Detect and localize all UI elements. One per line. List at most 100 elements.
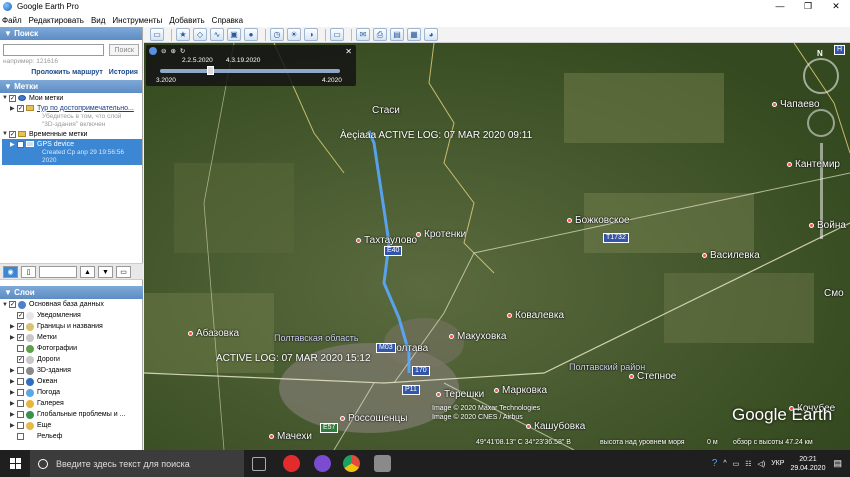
- battery-icon[interactable]: ▭: [733, 460, 740, 468]
- tree-item-temp-places[interactable]: ▼ ✓ Временные метки: [2, 129, 142, 139]
- expand-icon[interactable]: ▶: [10, 105, 17, 112]
- add-polygon-icon[interactable]: ◇: [193, 28, 207, 41]
- history-link[interactable]: История: [109, 69, 138, 76]
- expand-icon[interactable]: ▶: [10, 422, 17, 429]
- historical-imagery-icon[interactable]: ◷: [270, 28, 284, 41]
- layer-item[interactable]: ✓ Уведомления: [2, 310, 143, 321]
- tree-item-gps-device[interactable]: ▶ ✓ GPS device Created Cp anp 29 19:56:56…: [2, 139, 142, 165]
- checkbox[interactable]: ✓: [9, 94, 16, 102]
- email-icon[interactable]: ✉: [356, 28, 370, 41]
- layer-item[interactable]: ▶ ✓ Метки: [2, 332, 143, 343]
- checkbox[interactable]: ✓: [17, 140, 24, 148]
- move-up-icon[interactable]: ▲: [80, 265, 95, 278]
- layer-item[interactable]: ▶ Глобальные проблемы и ...: [2, 409, 143, 420]
- add-placemark-icon[interactable]: ★: [176, 28, 190, 41]
- planets-icon[interactable]: ◑: [304, 28, 318, 41]
- expand-icon[interactable]: ▶: [10, 323, 17, 330]
- place-label[interactable]: Ковалевка: [507, 310, 564, 321]
- place-label[interactable]: Война: [809, 220, 846, 231]
- print-icon[interactable]: ⎙: [373, 28, 387, 41]
- place-label[interactable]: Макуховка: [449, 331, 506, 342]
- checkbox[interactable]: [17, 422, 24, 429]
- checkbox[interactable]: ✓: [9, 130, 16, 138]
- expand-icon[interactable]: ▶: [10, 334, 17, 341]
- menu-add[interactable]: Добавить: [169, 16, 204, 25]
- expand-icon[interactable]: ▶: [10, 141, 17, 148]
- sunlight-icon[interactable]: ☀: [287, 28, 301, 41]
- tree-item-my-places[interactable]: ▼ ✓ Мои метки: [2, 93, 142, 103]
- collapse-icon[interactable]: ▼: [2, 302, 9, 308]
- maximize-button[interactable]: ❐: [794, 0, 822, 13]
- earth-icon[interactable]: ◕: [424, 28, 438, 41]
- layer-item[interactable]: ▶ Еще: [2, 420, 143, 431]
- language-indicator[interactable]: УКР: [771, 460, 784, 467]
- close-time-icon[interactable]: ✕: [345, 47, 352, 56]
- layer-item[interactable]: Фотографии: [2, 343, 143, 354]
- view-in-maps-icon[interactable]: ▦: [407, 28, 421, 41]
- zoom-in-time-icon[interactable]: ⊕: [170, 47, 175, 55]
- layer-item[interactable]: ▶ 3D-здания: [2, 365, 143, 376]
- place-label[interactable]: Кантемир: [787, 159, 840, 170]
- expand-icon[interactable]: ▶: [10, 389, 17, 396]
- checkbox[interactable]: [17, 411, 24, 418]
- place-label[interactable]: Тахтаулово: [356, 235, 417, 246]
- checkbox[interactable]: ✓: [17, 312, 24, 319]
- checkbox[interactable]: ✓: [17, 104, 24, 112]
- tree-item-tour[interactable]: ▶ ✓ Тур по достопримечательно...: [2, 103, 142, 113]
- place-label[interactable]: Божковское: [567, 215, 630, 226]
- google-earth-taskbar-icon[interactable]: [374, 455, 391, 472]
- time-handle[interactable]: [207, 66, 215, 75]
- search-input[interactable]: [3, 44, 105, 56]
- menu-help[interactable]: Справка: [212, 16, 243, 25]
- look-control[interactable]: [807, 109, 835, 137]
- collapse-icon[interactable]: ▼: [2, 131, 9, 137]
- folder-options-icon[interactable]: ▭: [116, 265, 131, 278]
- move-down-icon[interactable]: ▼: [98, 265, 113, 278]
- sidebar-toggle-icon[interactable]: ▭: [150, 28, 164, 41]
- checkbox[interactable]: [17, 367, 24, 374]
- place-label[interactable]: Василевка: [702, 250, 760, 261]
- checkbox[interactable]: [17, 345, 24, 352]
- menu-file[interactable]: Файл: [2, 16, 22, 25]
- start-button[interactable]: [0, 450, 30, 477]
- place-label[interactable]: Абазовка: [188, 328, 239, 339]
- map-view[interactable]: ⊖ ⊕ ↻ ✕ 2.2.5.2020 4.3.19.2020 3.2020 4.…: [144, 43, 850, 450]
- layer-item[interactable]: ▼ ✓ Основная база данных: [2, 299, 143, 310]
- record-tour-icon[interactable]: ●: [244, 28, 258, 41]
- menu-view[interactable]: Вид: [91, 16, 105, 25]
- layer-item[interactable]: ▶ Океан: [2, 376, 143, 387]
- tour-link[interactable]: Тур по достопримечательно...: [37, 105, 134, 112]
- expand-icon[interactable]: ▶: [10, 411, 17, 418]
- close-button[interactable]: ✕: [822, 0, 850, 13]
- expand-icon[interactable]: ▶: [10, 400, 17, 407]
- ruler-icon[interactable]: ▭: [330, 28, 344, 41]
- viber-icon[interactable]: [314, 455, 331, 472]
- layers-panel-header[interactable]: ▼ Слои: [0, 286, 143, 299]
- layer-item[interactable]: ▶ Галерея: [2, 398, 143, 409]
- compass-control[interactable]: N: [803, 49, 839, 94]
- expand-icon[interactable]: ▶: [10, 367, 17, 374]
- place-label[interactable]: Степное: [629, 371, 676, 382]
- menu-tools[interactable]: Инструменты: [112, 16, 162, 25]
- place-label[interactable]: Терешки: [436, 389, 484, 400]
- get-directions-link[interactable]: Проложить маршрут: [31, 69, 103, 76]
- checkbox[interactable]: [17, 433, 24, 440]
- refresh-time-icon[interactable]: ↻: [180, 47, 185, 55]
- gps-log-start-label[interactable]: Àeçiaaa ACTIVE LOG: 07 MAR 2020 09:11: [340, 130, 532, 141]
- clock[interactable]: 20:21 29.04.2020: [790, 455, 825, 473]
- collapse-icon[interactable]: ▼: [2, 95, 9, 101]
- layer-item[interactable]: ▶ Погода: [2, 387, 143, 398]
- checkbox[interactable]: [17, 389, 24, 396]
- layer-item[interactable]: ▶ ✓ Границы и названия: [2, 321, 143, 332]
- add-overlay-icon[interactable]: ▣: [227, 28, 241, 41]
- help-icon[interactable]: ?: [712, 458, 718, 469]
- menu-edit[interactable]: Редактировать: [29, 16, 84, 25]
- task-view-icon[interactable]: [252, 457, 266, 471]
- zoom-out-time-icon[interactable]: ⊖: [161, 47, 166, 55]
- place-label[interactable]: Кротенки: [416, 229, 466, 240]
- notifications-icon[interactable]: ▤: [833, 458, 842, 469]
- place-label[interactable]: Марковка: [494, 385, 547, 396]
- toggle-panel-icon[interactable]: ▯: [21, 265, 36, 278]
- save-image-icon[interactable]: ▤: [390, 28, 404, 41]
- time-slider[interactable]: ⊖ ⊕ ↻ ✕ 2.2.5.2020 4.3.19.2020 3.2020 4.…: [146, 45, 356, 86]
